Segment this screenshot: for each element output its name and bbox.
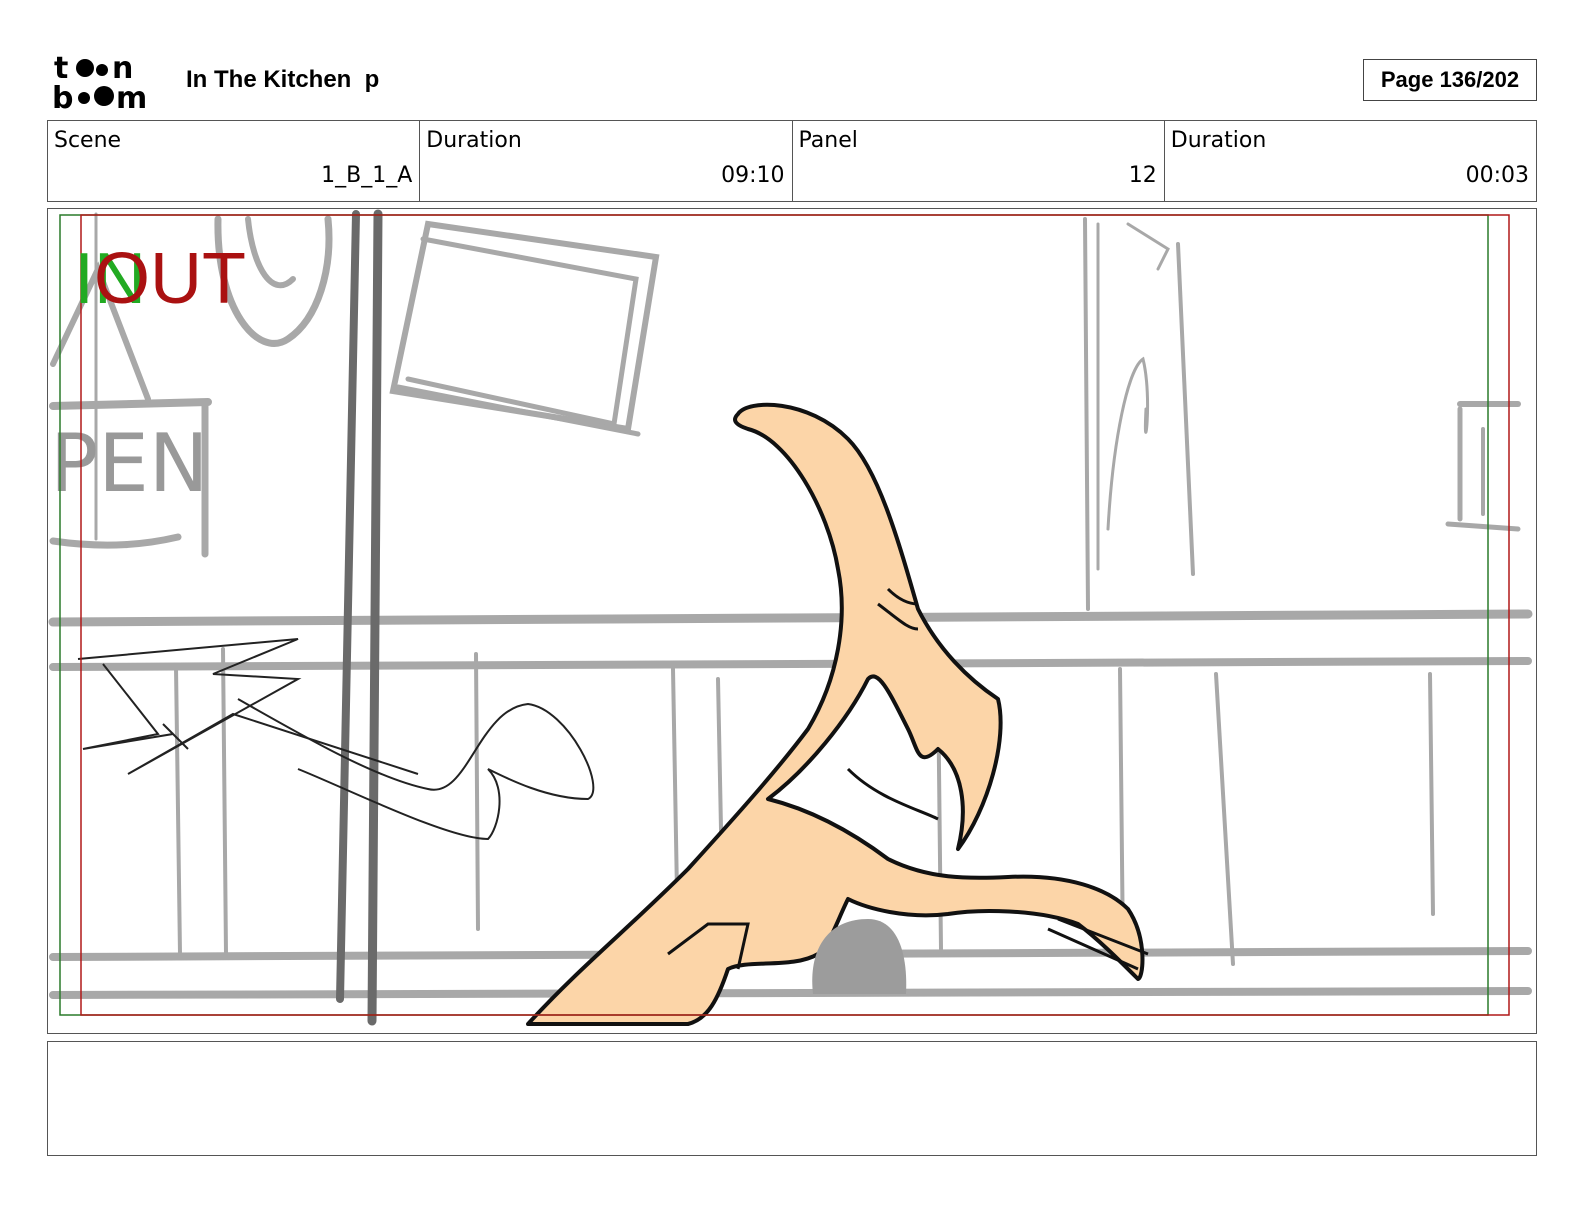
panel-duration-value: 00:03	[1465, 163, 1529, 188]
scene-duration-cell: Duration 09:10	[420, 121, 793, 201]
panel-duration-cell: Duration 00:03	[1165, 121, 1536, 201]
toon-boom-logo: t n b m	[52, 51, 147, 112]
scene-duration-value: 09:10	[721, 163, 785, 188]
panel-notes-box	[47, 1041, 1537, 1156]
page-indicator: Page 136/202	[1363, 59, 1537, 101]
panel-value: 12	[1128, 163, 1157, 188]
out-marker: OUT	[94, 239, 246, 319]
svg-text:m: m	[116, 81, 147, 112]
scene-value: 1_B_1_A	[321, 163, 413, 188]
panel-duration-label: Duration	[1170, 128, 1267, 153]
panel-drawing: PEN IN OUT	[48, 209, 1533, 1026]
storyboard-panel: PEN IN OUT	[47, 208, 1537, 1034]
panel-cell: Panel 12	[793, 121, 1165, 201]
scene-duration-label: Duration	[426, 128, 522, 153]
scene-cell: Scene 1_B_1_A	[48, 121, 421, 201]
project-title: In The Kitchen p	[186, 66, 380, 93]
panel-info-row: Scene 1_B_1_A Duration 09:10 Panel 12 Du…	[47, 120, 1537, 202]
panel-label: Panel	[798, 128, 858, 153]
svg-text:b: b	[52, 81, 73, 112]
character-sketch	[526, 402, 1149, 1026]
open-sign-text: PEN	[50, 417, 209, 510]
scene-label: Scene	[54, 128, 122, 153]
